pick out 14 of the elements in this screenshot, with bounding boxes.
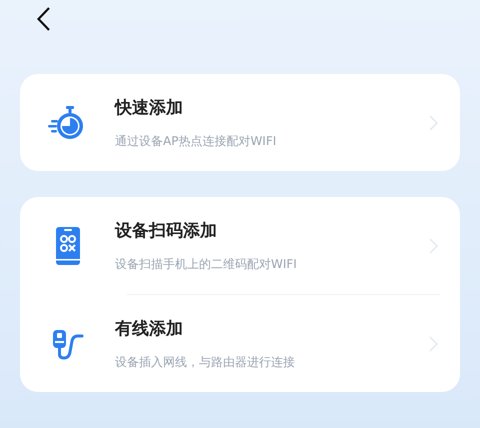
option-row[interactable]: 设备扫码添加 设备扫描手机上的二维码配对WIFI	[20, 197, 460, 294]
option-title: 设备扫码添加	[115, 220, 218, 242]
chevron-right-icon	[429, 238, 438, 254]
phone-qr-icon	[54, 226, 80, 266]
option-description: 设备扫描手机上的二维码配对WIFI	[115, 256, 298, 272]
option-title: 有线添加	[115, 318, 184, 340]
option-row[interactable]: 有线添加 设备插入网线，与路由器进行连接	[20, 295, 460, 392]
option-description: 设备插入网线，与路由器进行连接	[115, 354, 296, 370]
option-description: 通过设备AP热点连接配对WIFI	[115, 132, 278, 150]
back-icon	[36, 7, 50, 31]
chevron-right-icon	[429, 114, 438, 130]
option-row[interactable]: 快速添加 通过设备AP热点连接配对WIFI	[20, 74, 460, 171]
option-title: 快速添加	[115, 96, 184, 118]
chevron-right-icon	[429, 336, 438, 352]
